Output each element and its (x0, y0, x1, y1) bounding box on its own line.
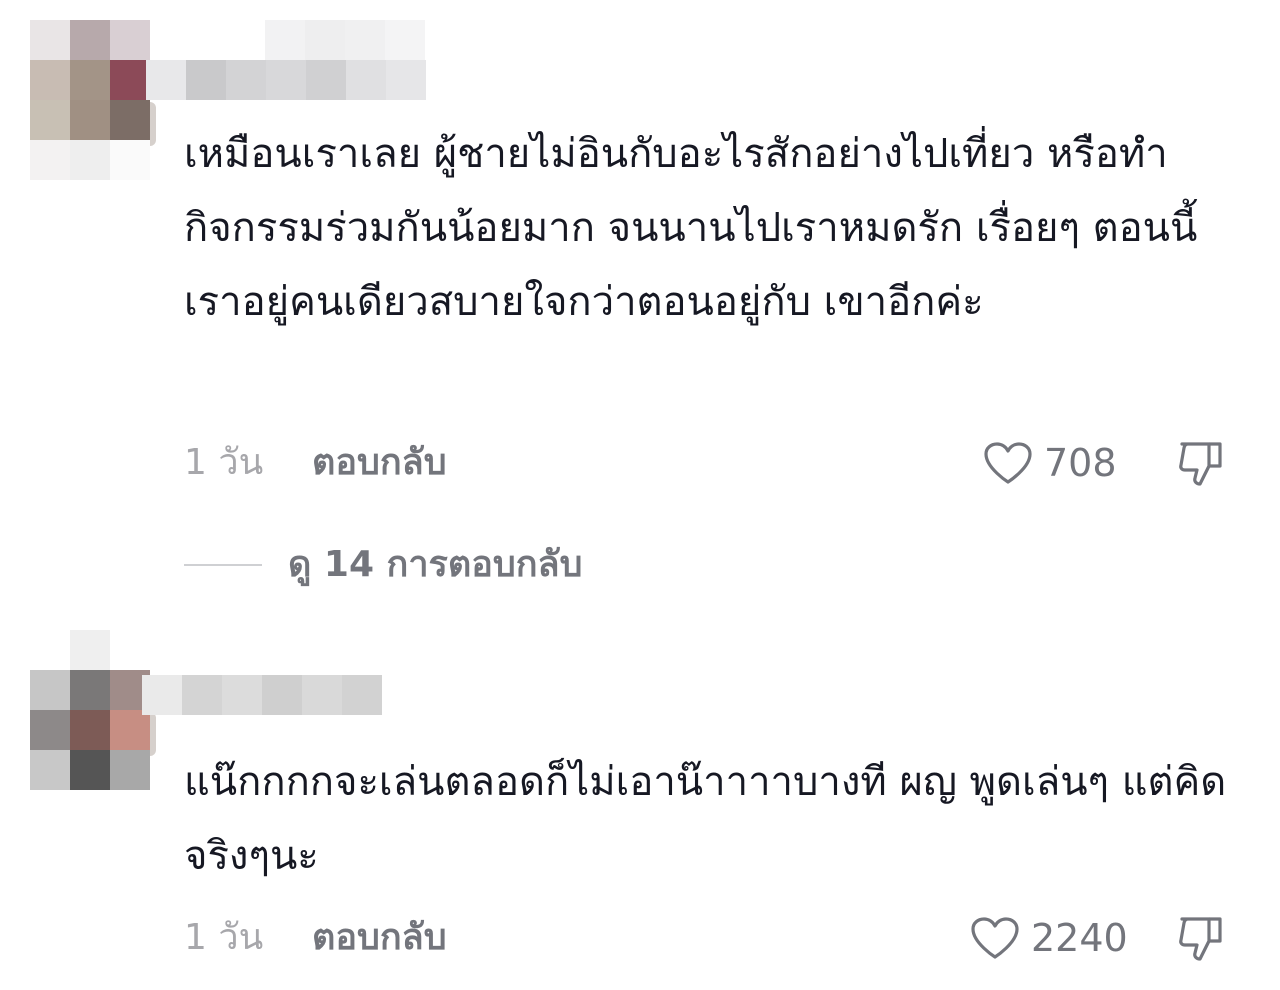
blur-pixel (306, 60, 346, 100)
avatar[interactable] (30, 630, 150, 790)
replies-divider (184, 564, 262, 566)
blurred-region (265, 20, 425, 60)
blur-pixel (30, 750, 70, 790)
blur-pixel (70, 710, 110, 750)
blur-pixel (30, 60, 70, 100)
blur-pixel (70, 100, 110, 140)
comment-meta: 1 วัน ตอบกลับ 2240 (184, 913, 1244, 963)
blur-pixel (262, 675, 302, 715)
blur-pixel (30, 630, 70, 670)
blur-pixel (186, 60, 226, 100)
blur-pixel (70, 670, 110, 710)
blur-pixel (146, 60, 186, 100)
blur-pixel (302, 675, 342, 715)
blur-pixel (70, 750, 110, 790)
comment-time: 1 วัน (184, 442, 264, 483)
blur-pixel (110, 100, 150, 140)
blur-pixel (70, 60, 110, 100)
heart-icon (971, 917, 1019, 959)
blur-pixel (110, 60, 150, 100)
blur-pixel (30, 670, 70, 710)
blur-pixel (110, 750, 150, 790)
blur-pixel (305, 20, 345, 60)
comment-time: 1 วัน (184, 917, 264, 958)
blur-pixel (30, 100, 70, 140)
blur-pixel (345, 20, 385, 60)
blur-pixel (110, 710, 150, 750)
reply-button[interactable]: ตอบกลับ (312, 438, 447, 488)
avatar[interactable] (30, 20, 150, 180)
avatar-edge (150, 712, 156, 756)
blur-pixel (70, 140, 110, 180)
comment-meta: 1 วัน ตอบกลับ 708 (184, 438, 1244, 488)
blur-pixel (70, 20, 110, 60)
comment: เหมือนเราเลย ผู้ชายไม่อินกับอะไรสักอย่าง… (0, 0, 1280, 610)
comment: แน๊กกกกจะเล่นตลอดก็ไม่เอาน๊าาาาบางที ผญ … (0, 630, 1280, 990)
blur-pixel (265, 20, 305, 60)
blur-pixel (222, 675, 262, 715)
username-blurred[interactable] (142, 675, 382, 715)
blur-pixel (110, 20, 150, 60)
username-blurred[interactable] (146, 60, 426, 100)
blur-pixel (142, 675, 182, 715)
avatar-edge (150, 102, 156, 146)
view-replies-button[interactable]: ดู 14 การตอบกลับ (184, 540, 784, 590)
blur-pixel (386, 60, 426, 100)
like-button[interactable]: 708 (982, 438, 1117, 488)
blur-pixel (30, 140, 70, 180)
like-count: 708 (1044, 441, 1117, 485)
view-replies-label: ดู 14 การตอบกลับ (288, 544, 583, 585)
blur-pixel (30, 710, 70, 750)
reply-button[interactable]: ตอบกลับ (312, 913, 447, 963)
blur-pixel (385, 20, 425, 60)
blur-pixel (30, 20, 70, 60)
blur-pixel (346, 60, 386, 100)
blur-pixel (110, 630, 150, 670)
like-button[interactable]: 2240 (969, 913, 1128, 963)
blur-pixel (342, 675, 382, 715)
like-count: 2240 (1031, 916, 1128, 960)
comment-text: แน๊กกกกจะเล่นตลอดก็ไม่เอาน๊าาาาบางที ผญ … (184, 759, 1227, 879)
blur-pixel (70, 630, 110, 670)
blur-pixel (226, 60, 266, 100)
thumbs-down-icon[interactable] (1176, 913, 1226, 963)
thumbs-down-icon[interactable] (1176, 438, 1226, 488)
comment-text: เหมือนเราเลย ผู้ชายไม่อินกับอะไรสักอย่าง… (184, 131, 1198, 325)
blur-pixel (182, 675, 222, 715)
blur-pixel (110, 140, 150, 180)
heart-icon (984, 442, 1032, 484)
blur-pixel (266, 60, 306, 100)
